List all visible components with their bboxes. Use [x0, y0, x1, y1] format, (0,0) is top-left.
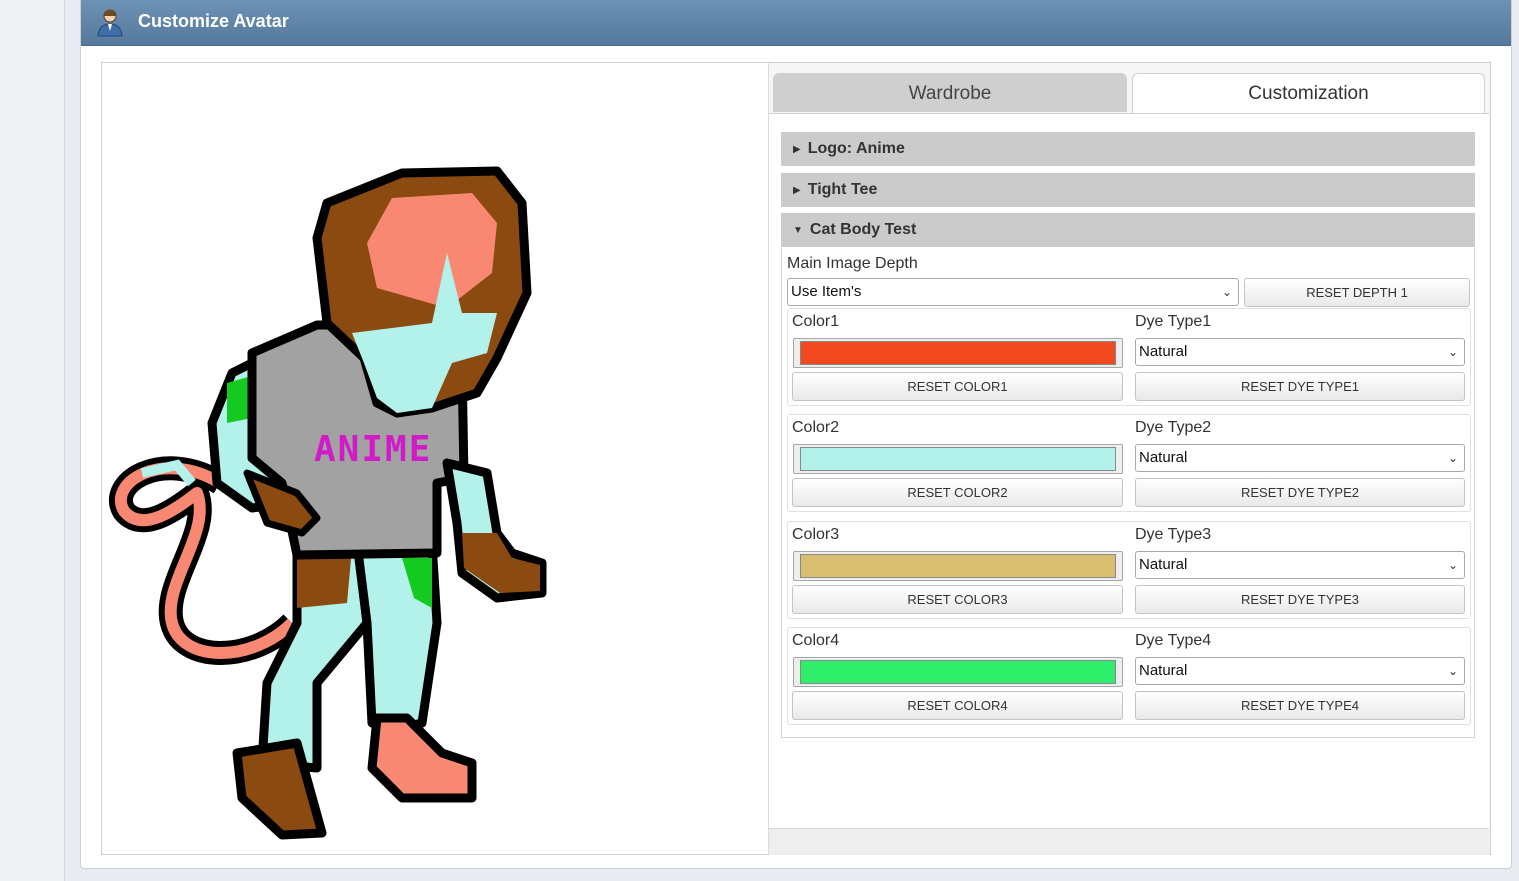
customization-panel: ▶ Logo: Anime ▶ Tight Tee ▼ Cat Body Test M…	[769, 113, 1489, 828]
chevron-down-icon: ⌄	[1447, 451, 1458, 465]
dye-type-label: Dye Type1	[1135, 313, 1212, 330]
color3-picker[interactable]	[793, 551, 1123, 581]
customize-avatar-window: Customize Avatar ANIME Wardrobe Customiz…	[80, 0, 1512, 869]
chevron-down-icon: ⌄	[1447, 345, 1458, 359]
dye-type-label: Dye Type2	[1135, 419, 1212, 436]
customize-tabs: Wardrobe Customization	[773, 73, 1485, 114]
accordion-cat-body-test[interactable]: ▼ Cat Body Test	[781, 213, 1475, 247]
reset-dye-type3-button[interactable]: RESET DYE TYPE3	[1135, 585, 1465, 614]
caret-right-icon: ▶	[793, 185, 801, 196]
panel-footer	[769, 828, 1489, 855]
reset-depth-button[interactable]: RESET DEPTH 1	[1244, 278, 1470, 307]
dye-type-value: Natural	[1139, 662, 1188, 679]
color4-picker[interactable]	[793, 657, 1123, 687]
caret-right-icon: ▶	[793, 144, 801, 155]
color-label: Color2	[792, 419, 840, 436]
reset-dye-type4-button[interactable]: RESET DYE TYPE4	[1135, 691, 1465, 720]
chevron-down-icon: ⌄	[1447, 664, 1458, 678]
reset-color4-button[interactable]: RESET COLOR4	[792, 691, 1123, 720]
chevron-down-icon: ⌄	[1221, 285, 1232, 299]
color-swatch	[800, 554, 1116, 578]
user-avatar-icon	[97, 9, 123, 37]
color2-picker[interactable]	[793, 444, 1123, 474]
dye-type1-select[interactable]: Natural ⌄	[1135, 338, 1465, 366]
color-group-1: Color1 Dye Type1 Natural ⌄ RESET COLOR1 R…	[787, 308, 1471, 406]
depth-label: Main Image Depth	[787, 255, 918, 272]
avatar-image: ANIME	[109, 166, 547, 840]
color-label: Color3	[792, 526, 840, 543]
dye-type-label: Dye Type3	[1135, 526, 1212, 543]
dye-type-value: Natural	[1139, 556, 1188, 573]
accordion-tight-tee[interactable]: ▶ Tight Tee	[781, 173, 1475, 207]
depth-select-value: Use Item's	[791, 283, 862, 300]
reset-dye-type2-button[interactable]: RESET DYE TYPE2	[1135, 478, 1465, 507]
cat-body-test-options: Main Image Depth Use Item's ⌄ RESET DEPT…	[781, 248, 1475, 738]
tab-customization[interactable]: Customization	[1132, 73, 1485, 114]
color-group-4: Color4 Dye Type4 Natural ⌄ RESET COLOR4 R…	[787, 627, 1471, 725]
caret-down-icon: ▼	[793, 225, 803, 236]
dye-type-label: Dye Type4	[1135, 632, 1212, 649]
window-title: Customize Avatar	[138, 11, 289, 31]
accordion-label: Tight Tee	[807, 181, 878, 198]
dye-type3-select[interactable]: Natural ⌄	[1135, 551, 1465, 579]
tab-wardrobe[interactable]: Wardrobe	[773, 73, 1127, 112]
accordion-label: Logo: Anime	[807, 140, 905, 157]
color-swatch	[800, 341, 1116, 365]
chevron-down-icon: ⌄	[1447, 558, 1458, 572]
reset-dye-type1-button[interactable]: RESET DYE TYPE1	[1135, 372, 1465, 401]
window-titlebar: Customize Avatar	[81, 0, 1511, 46]
color-group-3: Color3 Dye Type3 Natural ⌄ RESET COLOR3 R…	[787, 521, 1471, 619]
color-group-2: Color2 Dye Type2 Natural ⌄ RESET COLOR2 R…	[787, 414, 1471, 512]
avatar-shirt-logo: ANIME	[314, 429, 432, 470]
reset-color1-button[interactable]: RESET COLOR1	[792, 372, 1123, 401]
color-label: Color4	[792, 632, 840, 649]
dye-type-value: Natural	[1139, 343, 1188, 360]
customize-content: ANIME Wardrobe Customization ▶ Logo: Anim…	[101, 62, 1491, 855]
reset-color2-button[interactable]: RESET COLOR2	[792, 478, 1123, 507]
avatar-preview: ANIME	[102, 63, 769, 854]
left-gutter	[0, 0, 65, 881]
dye-type4-select[interactable]: Natural ⌄	[1135, 657, 1465, 685]
reset-color3-button[interactable]: RESET COLOR3	[792, 585, 1123, 614]
accordion-label: Cat Body Test	[809, 221, 917, 238]
depth-select[interactable]: Use Item's ⌄	[787, 278, 1239, 306]
color-swatch	[800, 660, 1116, 684]
dye-type2-select[interactable]: Natural ⌄	[1135, 444, 1465, 472]
color-label: Color1	[792, 313, 840, 330]
color-swatch	[800, 447, 1116, 471]
avatar-right-foot	[367, 713, 477, 803]
dye-type-value: Natural	[1139, 449, 1188, 466]
color1-picker[interactable]	[793, 338, 1123, 368]
avatar-chin-fur	[450, 368, 474, 388]
accordion-logo-anime[interactable]: ▶ Logo: Anime	[781, 132, 1475, 166]
